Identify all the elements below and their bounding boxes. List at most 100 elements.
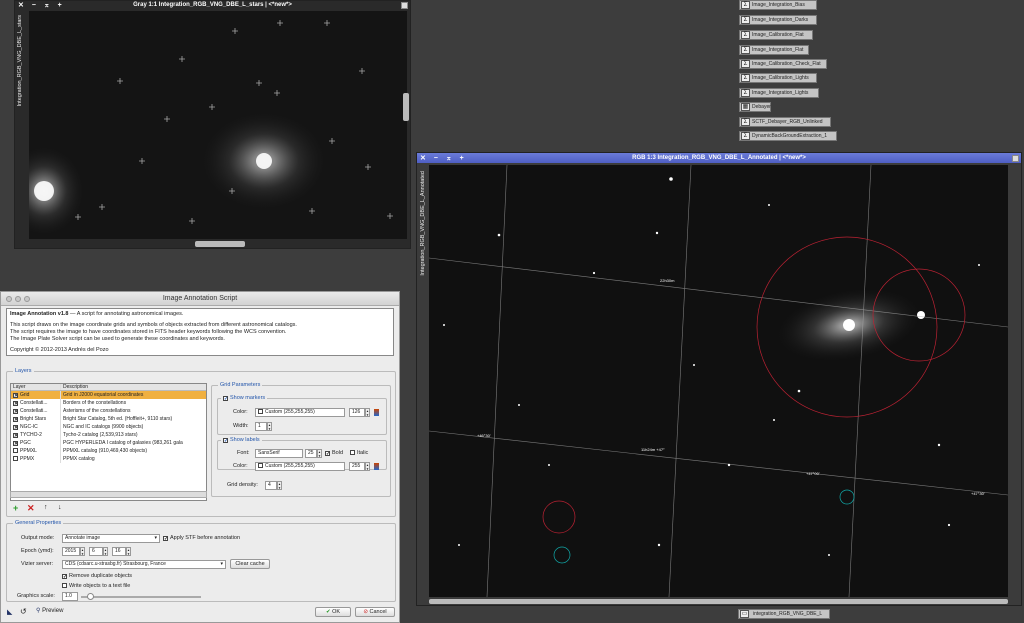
font-size-stepper[interactable]: ▲ ▼ [317, 449, 322, 458]
marker-alpha-stepper[interactable]: ▲ ▼ [365, 408, 370, 417]
label-color-swatch[interactable] [374, 463, 379, 470]
process-icon[interactable]: Σ DynamicBackGroundExtraction_1 [739, 131, 837, 141]
marker-width-stepper[interactable]: ▲ ▼ [267, 422, 272, 431]
process-icon[interactable]: Σ Image_Calibration_Lights [739, 73, 817, 83]
layer-checkbox[interactable]: ✕ [13, 417, 18, 423]
grid-density-field[interactable]: 4 [265, 481, 277, 490]
layer-checkbox[interactable]: ✕ [13, 409, 18, 415]
clear-cache-button[interactable]: Clear cache [230, 559, 270, 569]
move-up-icon[interactable]: ↑ [44, 504, 48, 511]
gray-window-v-scrollbar[interactable] [403, 93, 409, 121]
process-icon[interactable]: Σ Image_Calibration_Flat [739, 30, 813, 40]
marker-width-field[interactable]: 1 [255, 422, 267, 431]
table-row[interactable]: PPMXL PPMXL catalog (910,469,430 objects) [11, 447, 206, 455]
epoch-year-stepper[interactable]: ▲ ▼ [80, 547, 85, 556]
sigma-icon: Σ [741, 46, 750, 54]
process-icon[interactable]: Σ Image_Integration_Lights [739, 88, 819, 98]
add-layer-icon[interactable]: + [13, 503, 18, 513]
layer-checkbox[interactable]: ✕ [13, 425, 18, 431]
gray-window-side-label[interactable]: Integration_RGB_VNG_DBE_L_stars [17, 15, 23, 106]
label-alpha-stepper[interactable]: ▲ ▼ [365, 462, 370, 471]
table-row[interactable]: ✕ Bright Stars Bright Star Catalog, 5th ed… [11, 415, 206, 423]
gray-window-h-scrollbar[interactable] [195, 241, 245, 247]
graphics-scale-field[interactable]: 1.0 [62, 592, 78, 601]
process-icon[interactable]: Σ SCTF_Debayer_RGB_Unlinked [739, 117, 831, 127]
layer-checkbox[interactable] [13, 456, 18, 461]
show-labels-checkbox[interactable]: ✓ [223, 438, 228, 444]
cancel-button[interactable]: ⊘ Cancel [355, 607, 395, 617]
gray-window-title: Gray 1:1 Integration_RGB_VNG_DBE_L_stars… [133, 2, 292, 8]
process-icon[interactable]: Σ Image_Integration_Bias [739, 0, 817, 10]
dialog-title: Image Annotation Script [162, 295, 238, 302]
layers-table[interactable]: Layer Description ✕ Grid Grid in J2000 equa… [10, 383, 207, 501]
epoch-year-field[interactable]: 2015 [62, 547, 80, 556]
ok-button[interactable]: ✔ OK [315, 607, 351, 617]
remove-duplicates-checkbox[interactable]: ✓ [62, 574, 67, 580]
vizier-server-select[interactable]: CDS (cdsarc.u-strasbg.fr) Strasbourg, Fr… [62, 560, 226, 569]
traffic-light-buttons[interactable] [6, 296, 33, 304]
layers-h-scrollbar[interactable] [10, 491, 207, 498]
layer-checkbox[interactable]: ✕ [13, 433, 18, 439]
window-shade-button[interactable] [401, 2, 408, 9]
bold-checkbox[interactable]: ✓ [325, 451, 330, 457]
grid-label-dec-47-30: +47°30' [971, 491, 985, 496]
show-markers-checkbox[interactable]: ✓ [223, 396, 228, 402]
bottom-image-icon[interactable]: ▭ integration_RGB_VNG_DBE_L [738, 609, 830, 619]
table-row[interactable]: PPMX PPMX catalog [11, 455, 206, 463]
graphics-scale-slider[interactable] [81, 596, 201, 598]
rgb-window-side-label[interactable]: Integration_RGB_VNG_DBE_L_Annotated [420, 171, 426, 276]
table-row[interactable]: ✕ Constellati... Borders of the constellat… [11, 399, 206, 407]
table-row[interactable]: ✕ Grid Grid in J2000 equatorial coordinate… [11, 391, 206, 399]
sigma-icon: Σ [741, 1, 750, 9]
layer-checkbox[interactable] [13, 448, 18, 453]
epoch-day-stepper[interactable]: ▲ ▼ [126, 547, 131, 556]
layer-checkbox[interactable]: ✕ [13, 401, 18, 407]
dialog-title-bar[interactable]: Image Annotation Script [1, 292, 399, 306]
table-row[interactable]: ✕ PGC PGC HYPERLEDA I catalog of galaxies … [11, 439, 206, 447]
epoch-month-stepper[interactable]: ▲ ▼ [103, 547, 108, 556]
remove-layer-icon[interactable]: ✕ [27, 503, 35, 514]
marker-color-select[interactable]: Custom (255,255,255) [255, 408, 345, 417]
gray-image-canvas[interactable] [29, 11, 407, 239]
image-annotation-dialog[interactable]: Image Annotation Script Image Annotation… [0, 291, 400, 623]
window-controls[interactable]: ✕ − ⌅ + [18, 1, 65, 10]
window-controls[interactable]: ✕ − ⌅ + [420, 154, 467, 163]
marker-alpha-field[interactable]: 126 [349, 408, 365, 417]
font-size-field[interactable]: 25 [305, 449, 317, 458]
process-icon[interactable]: ▦ Debayer [739, 102, 771, 112]
annotated-image-canvas[interactable] [429, 165, 1008, 597]
window-shade-button[interactable] [1012, 155, 1019, 162]
process-icon[interactable]: Σ Image_Integration_Darks [739, 15, 817, 25]
process-icon[interactable]: Σ Image_Integration_Flat [739, 45, 809, 55]
rgb-window-h-scrollbar[interactable] [429, 599, 1008, 604]
table-row[interactable]: ✕ Constellati... Asterisms of the constell… [11, 407, 206, 415]
new-instance-icon[interactable]: ◣ [7, 608, 12, 616]
graphics-scale-slider-handle[interactable] [87, 593, 94, 600]
reset-icon[interactable]: ↺ [20, 607, 27, 616]
gray-image-window[interactable]: Gray 1:1 Integration_RGB_VNG_DBE_L_stars… [14, 0, 411, 249]
layer-checkbox[interactable]: ✕ [13, 393, 18, 399]
label-color-select[interactable]: Custom (255,255,255) [255, 462, 345, 471]
grid-density-stepper[interactable]: ▲ ▼ [277, 481, 282, 490]
image-icon: ▭ [740, 610, 749, 618]
write-objects-checkbox[interactable] [62, 583, 67, 588]
rgb-window-title: RGB 1:3 Integration_RGB_VNG_DBE_L_Annota… [632, 155, 806, 161]
layers-table-header: Layer Description [11, 384, 206, 391]
grid-label-center: 11h24m +47° [641, 447, 665, 452]
apply-stf-checkbox[interactable]: ✓ [163, 536, 168, 542]
preview-button[interactable]: ⚲ Preview [36, 607, 63, 616]
epoch-month-field[interactable]: 6 [89, 547, 103, 556]
layer-checkbox[interactable]: ✕ [13, 441, 18, 447]
move-down-icon[interactable]: ↓ [58, 504, 62, 511]
epoch-day-field[interactable]: 16 [112, 547, 126, 556]
table-row[interactable]: ✕ NGC-IC NGC and IC catalogs (9900 objects… [11, 423, 206, 431]
rgb-image-window[interactable]: RGB 1:3 Integration_RGB_VNG_DBE_L_Annota… [416, 152, 1022, 606]
process-icon[interactable]: Σ Image_Calibration_Check_Flat [739, 59, 827, 69]
label-alpha-field[interactable]: 255 [349, 462, 365, 471]
grid-label-dec-46-30: +46°30' [477, 433, 491, 438]
output-mode-select[interactable]: Annotate image ▾ [62, 534, 160, 543]
italic-checkbox[interactable] [350, 450, 355, 455]
marker-color-swatch[interactable] [374, 409, 379, 416]
font-select[interactable]: SansSerif [255, 449, 303, 458]
table-row[interactable]: ✕ TYCHO-2 Tycho-2 catalog (2,539,913 stars… [11, 431, 206, 439]
